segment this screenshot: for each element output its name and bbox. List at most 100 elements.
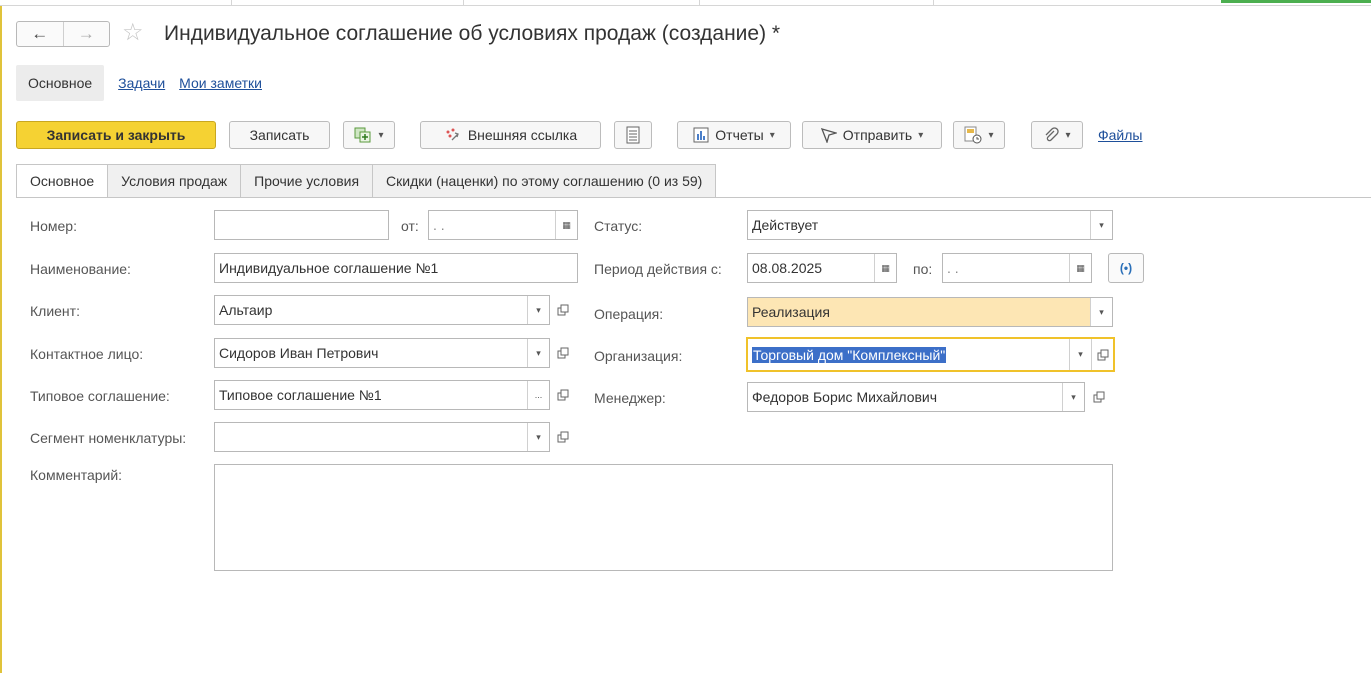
segment-field[interactable]: ▾ <box>214 422 550 452</box>
period-to-label: по: <box>913 261 933 277</box>
window-tab-strip <box>700 0 934 5</box>
name-field[interactable]: Индивидуальное соглашение №1 <box>214 253 578 283</box>
section-notes-link[interactable]: Мои заметки <box>179 75 262 91</box>
save-and-close-button[interactable]: Записать и закрыть <box>16 121 216 149</box>
chevron-down-icon[interactable]: ▾ <box>527 339 549 367</box>
attachments-button[interactable]: ▾ <box>1031 121 1083 149</box>
arrow-left-icon: ← <box>31 24 49 43</box>
organization-value-wrap: Торговый дом "Комплексный" <box>752 346 1069 363</box>
period-from-field[interactable]: 08.08.2025 ▦ <box>747 253 897 283</box>
open-icon <box>1097 349 1108 360</box>
section-main[interactable]: Основное <box>16 65 105 101</box>
files-link[interactable]: Файлы <box>1098 127 1142 143</box>
reports-button[interactable]: Отчеты ▾ <box>677 121 791 149</box>
organization-value: Торговый дом "Комплексный" <box>752 346 947 363</box>
operation-value: Реализация <box>752 304 830 320</box>
dropdown-arrow-icon: ▾ <box>1065 129 1071 141</box>
date-field[interactable]: . . ▦ <box>428 210 578 240</box>
chevron-down-icon[interactable]: ▾ <box>1069 339 1091 370</box>
period-to-field[interactable]: . . ▦ <box>942 253 1092 283</box>
section-nav: Основное Задачи Мои заметки <box>16 65 262 101</box>
arrow-right-icon: → <box>77 24 95 43</box>
period-selector-button[interactable]: (•) <box>1108 253 1144 283</box>
history-nav: ← → <box>16 21 110 47</box>
organization-field[interactable]: Торговый дом "Комплексный" ▾ <box>746 337 1115 372</box>
window-tab-strip <box>232 0 464 5</box>
top-strip <box>0 0 1371 6</box>
contact-label: Контактное лицо: <box>30 346 144 362</box>
manager-field[interactable]: Федоров Борис Михайлович ▾ <box>747 382 1085 412</box>
external-link-button[interactable]: Внешняя ссылка <box>420 121 601 149</box>
number-label: Номер: <box>30 218 77 234</box>
comment-label: Комментарий: <box>30 467 123 483</box>
open-contact-button[interactable] <box>552 338 574 368</box>
page-title: Индивидуальное соглашение об условиях пр… <box>164 22 781 45</box>
window-tab-strip <box>464 0 700 5</box>
window-left-border <box>0 6 2 673</box>
period-from-value: 08.08.2025 <box>752 260 823 276</box>
status-select[interactable]: Действует ▾ <box>747 210 1113 240</box>
window-tab-strip <box>0 0 232 5</box>
ellipsis-icon[interactable]: ... <box>527 381 549 409</box>
period-selector-icon: (•) <box>1119 261 1133 275</box>
chevron-down-icon[interactable]: ▾ <box>1062 383 1084 411</box>
tab-main[interactable]: Основное <box>16 164 109 198</box>
date-from-label: от: <box>401 218 419 234</box>
form-tabs: Основное Условия продаж Прочие условия С… <box>16 164 717 198</box>
active-window-marker <box>1221 0 1371 3</box>
reports-icon <box>693 127 709 143</box>
chevron-down-icon[interactable]: ▾ <box>527 423 549 451</box>
calendar-icon[interactable]: ▦ <box>555 211 577 239</box>
period-label: Период действия с: <box>594 261 722 277</box>
open-client-button[interactable] <box>552 295 574 325</box>
open-segment-button[interactable] <box>552 422 574 452</box>
operation-select[interactable]: Реализация ▾ <box>747 297 1113 327</box>
status-value: Действует <box>752 217 819 233</box>
chevron-down-icon[interactable]: ▾ <box>527 296 549 324</box>
client-label: Клиент: <box>30 303 80 319</box>
calendar-icon[interactable]: ▦ <box>1069 254 1091 282</box>
print-document-icon <box>964 126 982 144</box>
chevron-down-icon[interactable]: ▾ <box>1090 298 1112 326</box>
operation-label: Операция: <box>594 306 664 322</box>
favorite-star-icon[interactable]: ☆ <box>122 20 144 46</box>
dropdown-arrow-icon: ▾ <box>918 129 924 141</box>
contact-value: Сидоров Иван Петрович <box>219 345 379 361</box>
tab-other-conditions[interactable]: Прочие условия <box>241 164 374 198</box>
open-template-button[interactable] <box>552 380 574 410</box>
send-icon <box>820 128 837 143</box>
create-based-on-button[interactable]: ▾ <box>343 121 395 149</box>
chevron-down-icon[interactable]: ▾ <box>1090 211 1112 239</box>
save-button[interactable]: Записать <box>229 121 330 149</box>
document-view-button[interactable] <box>614 121 652 149</box>
section-tasks-link[interactable]: Задачи <box>118 75 165 91</box>
forward-button[interactable]: → <box>62 22 110 46</box>
tab-discounts[interactable]: Скидки (наценки) по этому соглашению (0 … <box>373 164 717 198</box>
open-manager-button[interactable] <box>1088 382 1110 412</box>
template-field[interactable]: Типовое соглашение №1 ... <box>214 380 550 410</box>
organization-label: Организация: <box>594 348 683 364</box>
date-value: . . <box>433 217 445 233</box>
send-label: Отправить <box>842 127 913 143</box>
print-button[interactable]: ▾ <box>953 121 1005 149</box>
template-label: Типовое соглашение: <box>30 388 170 404</box>
name-value: Индивидуальное соглашение №1 <box>219 260 439 276</box>
tab-sales-conditions[interactable]: Условия продаж <box>108 164 242 198</box>
manager-value: Федоров Борис Михайлович <box>752 389 938 405</box>
open-organization-button[interactable] <box>1091 339 1113 370</box>
status-label: Статус: <box>594 218 643 234</box>
number-field[interactable] <box>214 210 389 240</box>
send-button[interactable]: Отправить ▾ <box>802 121 942 149</box>
back-button[interactable]: ← <box>17 22 63 46</box>
document-icon <box>626 126 640 144</box>
open-icon <box>557 304 569 316</box>
open-icon <box>557 347 569 359</box>
client-field[interactable]: Альтаир ▾ <box>214 295 550 325</box>
dropdown-arrow-icon: ▾ <box>988 129 994 141</box>
calendar-icon[interactable]: ▦ <box>874 254 896 282</box>
client-value: Альтаир <box>219 302 273 318</box>
manager-label: Менеджер: <box>594 390 666 406</box>
contact-field[interactable]: Сидоров Иван Петрович ▾ <box>214 338 550 368</box>
external-link-icon <box>446 128 459 141</box>
comment-textarea[interactable] <box>214 464 1113 571</box>
